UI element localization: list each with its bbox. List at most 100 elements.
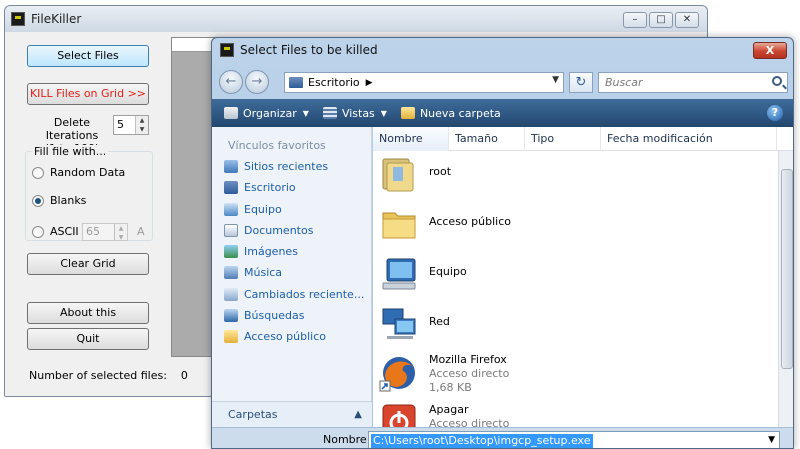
address-dropdown-icon[interactable]: ▼ [552,75,559,85]
network-icon [382,308,416,339]
list-item[interactable]: Equipo [373,251,773,297]
folders-label: Carpetas [228,408,278,421]
radio-blanks[interactable]: Blanks [32,194,86,207]
dialog-titlebar: Select Files to be killed [212,38,793,62]
user-folder-icon [382,158,414,192]
dialog-title: Select Files to be killed [240,43,378,57]
scroll-thumb[interactable] [781,169,793,369]
views-menu[interactable]: Vistas ▼ [322,107,387,120]
search-icon[interactable] [772,76,782,86]
file-list: Nombre Tamaño Tipo Fecha modificación ro… [373,126,793,427]
file-name: Equipo [429,265,467,278]
list-item[interactable]: Apagar Acceso directo [373,401,773,427]
sidebar-item-searches[interactable]: Búsquedas [224,309,304,322]
iterations-spinner[interactable]: ▲ ▼ [135,116,148,134]
maximize-button[interactable]: □ [649,12,673,28]
breadcrumb-chevron-icon[interactable]: ▶ [366,78,373,88]
recently-changed-icon [224,288,238,301]
file-type: Acceso directo [429,367,510,380]
selected-count-label: Number of selected files: [29,369,167,382]
sidebar-item-recent-sites[interactable]: Sitios recientes [224,160,328,173]
chevron-down-icon: ▼ [380,108,387,118]
new-folder-label: Nueva carpeta [419,106,501,120]
radio-indicator[interactable] [32,225,44,238]
sidebar-item-recently-changed[interactable]: Cambiados reciente... [224,288,364,301]
filename-value: C:\Users\root\Desktop\imgcp_setup.exe [371,434,593,448]
sidebar-item-documents[interactable]: Documentos [224,224,313,237]
new-folder-button[interactable]: Nueva carpeta [400,106,501,120]
sidebar-item-computer[interactable]: Equipo [224,203,282,216]
ascii-spinner[interactable]: ▲ ▼ [114,224,127,241]
list-item[interactable]: Red [373,301,773,347]
list-item[interactable]: Mozilla Firefox Acceso directo 1,68 KB [373,351,773,397]
ascii-value: 65 [86,225,100,238]
public-folder-icon [224,330,238,343]
clear-grid-button[interactable]: Clear Grid [27,253,149,275]
radio-ascii[interactable]: ASCII [32,225,79,238]
filename-dropdown-icon[interactable]: ▼ [768,435,775,445]
kill-files-button[interactable]: KILL Files on Grid >> [27,83,149,105]
window-title: FileKiller [31,12,82,26]
forward-button[interactable]: → [245,70,269,94]
sidebar-item-label: Música [244,266,283,279]
organize-icon [224,107,238,119]
select-files-button[interactable]: Select Files [27,45,149,67]
sidebar-item-public[interactable]: Acceso público [224,330,326,343]
firefox-icon [379,357,415,392]
quit-button[interactable]: Quit [27,328,149,350]
column-header-date[interactable]: Fecha modificación [601,126,777,151]
chevron-down-icon: ▼ [302,108,309,118]
computer-icon [382,258,416,290]
help-icon[interactable]: ? [767,105,783,121]
minimize-button[interactable]: – [623,12,647,28]
navigation-pane: Vínculos favoritos Sitios recientes Escr… [212,127,372,427]
list-item[interactable]: root [373,151,773,197]
refresh-button[interactable]: ↻ [569,72,593,93]
folders-toggle[interactable]: Carpetas ▲ [212,401,372,427]
list-item[interactable]: Acceso público [373,201,773,247]
delete-iterations-input[interactable]: 5 ▲ ▼ [113,115,149,135]
organize-menu[interactable]: Organizar ▼ [224,107,309,120]
dialog-close-button[interactable]: X [753,42,787,59]
sidebar-item-label: Equipo [244,203,282,216]
filename-input[interactable]: C:\Users\root\Desktop\imgcp_setup.exe ▼ [368,431,780,448]
sidebar-item-desktop[interactable]: Escritorio [224,181,296,194]
computer-icon [224,203,238,216]
radio-random-data[interactable]: Random Data [32,166,125,179]
filename-label: Nombre: [323,433,371,446]
pictures-icon [224,245,238,258]
favorites-title: Vínculos favoritos [228,139,326,152]
close-button[interactable]: ✕ [675,12,699,28]
app-icon [220,43,234,57]
sidebar-item-label: Documentos [244,224,314,237]
sidebar-item-pictures[interactable]: Imágenes [224,245,298,258]
radio-label: ASCII [50,225,79,238]
sidebar-item-label: Acceso público [244,330,326,343]
ascii-value-input[interactable]: 65 ▲ ▼ [82,223,128,241]
radio-indicator[interactable] [32,166,44,179]
column-header-name[interactable]: Nombre [373,126,449,151]
address-text: Escritorio [308,76,360,89]
sidebar-item-label: Búsquedas [244,309,305,322]
address-bar[interactable]: Escritorio ▶ ▼ [284,72,564,93]
back-button[interactable]: ← [219,70,243,94]
fill-group-label: Fill file with... [32,145,109,158]
delete-iterations-value: 5 [117,118,124,131]
select-files-dialog: Select Files to be killed X ← → Escritor… [211,37,794,449]
column-header-size[interactable]: Tamaño [449,126,525,151]
chevron-up-icon[interactable]: ▲ [354,402,362,428]
sidebar-item-music[interactable]: Música [224,266,282,279]
column-header-type[interactable]: Tipo [525,126,601,151]
organize-label: Organizar [243,106,297,120]
fill-file-group: Fill file with... Random Data Blanks ASC… [25,145,153,241]
about-button[interactable]: About this [27,302,149,324]
radio-label: Blanks [50,194,87,207]
filename-row: Nombre: C:\Users\root\Desktop\imgcp_setu… [212,427,793,448]
file-name: Apagar [429,403,469,416]
radio-indicator[interactable] [32,194,44,207]
search-input[interactable]: Buscar [598,72,788,93]
vertical-scrollbar[interactable] [778,151,793,427]
radio-label: Random Data [50,166,126,179]
new-folder-icon [400,107,415,119]
file-name: Red [429,315,450,328]
